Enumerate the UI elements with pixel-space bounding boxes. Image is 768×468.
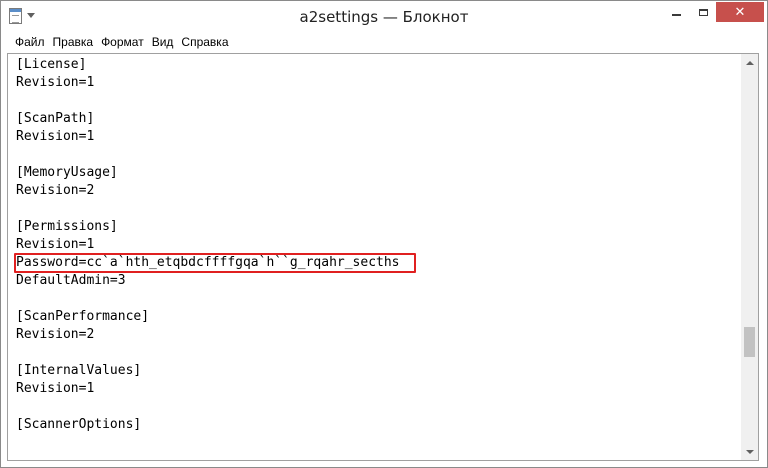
text-line: Revision=1	[16, 129, 95, 144]
text-line: [ScanPath]	[16, 111, 95, 126]
menu-format[interactable]: Формат	[97, 32, 148, 53]
text-line: Revision=1	[16, 381, 95, 396]
arrow-up-icon	[745, 60, 754, 65]
vertical-scrollbar[interactable]	[741, 54, 758, 460]
window-title: a2settings — Блокнот	[299, 8, 469, 26]
minimize-icon	[671, 14, 681, 16]
text-line: [License]	[16, 57, 87, 72]
menu-view[interactable]: Вид	[148, 32, 178, 53]
scroll-down-button[interactable]	[741, 443, 758, 460]
scroll-thumb[interactable]	[744, 327, 755, 357]
text-line: DefaultAdmin=3	[16, 273, 126, 288]
text-line: [MemoryUsage]	[16, 165, 118, 180]
scroll-up-button[interactable]	[741, 54, 758, 71]
close-button[interactable]: ✕	[716, 2, 764, 22]
text-line: Revision=2	[16, 327, 95, 342]
text-line: Revision=2	[16, 183, 95, 198]
text-line: [ScannerOptions]	[16, 417, 142, 432]
close-icon: ✕	[734, 4, 746, 20]
minimize-button[interactable]	[662, 2, 690, 22]
text-line	[16, 200, 736, 218]
text-line	[16, 146, 736, 164]
text-line	[16, 398, 736, 416]
menu-bar: Файл Правка Формат Вид Справка	[1, 32, 767, 53]
text-line	[16, 290, 736, 308]
menu-help[interactable]: Справка	[177, 32, 232, 53]
text-line: Revision=1	[16, 75, 95, 90]
text-line: [Permissions]	[16, 219, 118, 234]
text-line	[16, 92, 736, 110]
arrow-down-icon	[745, 449, 754, 454]
password-highlight-box	[14, 253, 416, 273]
text-line: [InternalValues]	[16, 363, 142, 378]
menu-file[interactable]: Файл	[11, 32, 49, 53]
text-editor[interactable]: [License] Revision=1 [ScanPath] Revision…	[7, 53, 759, 461]
maximize-button[interactable]	[690, 2, 716, 22]
menu-edit[interactable]: Правка	[49, 32, 98, 53]
title-bar[interactable]: a2settings — Блокнот ✕	[1, 1, 767, 31]
notepad-window: a2settings — Блокнот ✕ Файл Правка Форма…	[0, 0, 768, 468]
text-line	[16, 344, 736, 362]
text-line: [ScanPerformance]	[16, 309, 150, 324]
text-line: Revision=1	[16, 237, 95, 252]
maximize-icon	[698, 8, 708, 16]
